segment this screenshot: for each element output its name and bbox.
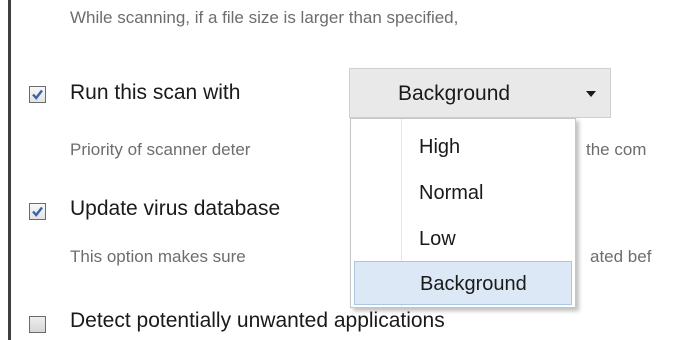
scan-settings-panel: While scanning, if a file size is larger… <box>0 0 677 340</box>
priority-description-tail: the com <box>586 140 647 159</box>
priority-option-background[interactable]: Background <box>354 261 572 305</box>
detect-pua-label[interactable]: Detect potentially unwanted applications <box>70 309 445 333</box>
priority-option-normal[interactable]: Normal <box>354 171 572 215</box>
update-db-description: This option makes sure <box>70 247 246 266</box>
option-label: Normal <box>419 182 484 204</box>
update-db-label[interactable]: Update virus database <box>70 197 280 221</box>
priority-option-low[interactable]: Low <box>354 217 572 261</box>
run-scan-label[interactable]: Run this scan with <box>70 81 240 105</box>
priority-selected-value: Background <box>398 82 511 105</box>
option-label: High <box>419 136 461 158</box>
update-db-checkbox[interactable] <box>29 203 46 220</box>
checkmark-icon <box>32 89 43 100</box>
checkmark-icon <box>32 206 43 217</box>
panel-border <box>8 0 11 340</box>
priority-dropdown[interactable]: Background <box>349 68 611 118</box>
detect-pua-checkbox[interactable] <box>29 316 46 333</box>
priority-options-list: High Normal Low Background <box>350 118 576 308</box>
update-db-description-tail: ated bef <box>590 247 652 266</box>
size-limit-description: While scanning, if a file size is larger… <box>70 8 459 27</box>
priority-option-high[interactable]: High <box>354 125 572 169</box>
priority-description: Priority of scanner deter <box>70 140 251 159</box>
run-scan-checkbox[interactable] <box>29 86 46 103</box>
option-label: Background <box>420 273 527 295</box>
dropdown-arrow-icon[interactable] <box>586 91 596 97</box>
option-label: Low <box>419 228 456 250</box>
